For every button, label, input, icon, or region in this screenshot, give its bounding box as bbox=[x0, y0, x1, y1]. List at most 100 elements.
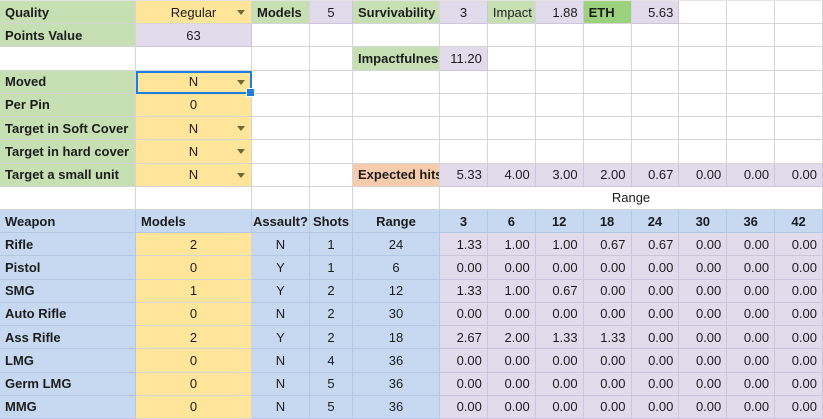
hit-value: 0.00 bbox=[775, 233, 823, 257]
hit-value: 0.00 bbox=[775, 349, 823, 373]
hit-value: 0.00 bbox=[775, 302, 823, 327]
empty-cell bbox=[0, 47, 136, 71]
empty-cell bbox=[136, 186, 252, 210]
empty-cell bbox=[583, 140, 632, 164]
empty-cell bbox=[535, 70, 584, 94]
empty-cell bbox=[487, 93, 536, 118]
empty-cell bbox=[252, 47, 310, 71]
dropdown-arrow-icon[interactable] bbox=[237, 172, 245, 178]
expected-hits-value: 2.00 bbox=[583, 163, 632, 187]
expected-hits-value: 4.00 bbox=[487, 163, 536, 187]
empty-cell bbox=[310, 163, 353, 187]
hit-value: 0.00 bbox=[631, 326, 680, 350]
weapon-name: Auto Rifle bbox=[0, 302, 136, 327]
hit-value: 1.00 bbox=[535, 233, 584, 257]
empty-cell bbox=[252, 70, 310, 94]
header-shots: Shots bbox=[310, 209, 353, 234]
impact-label: Impact bbox=[487, 1, 536, 25]
dropdown-arrow-icon[interactable] bbox=[237, 149, 245, 155]
dropdown-arrow-icon[interactable] bbox=[237, 10, 245, 16]
hit-value: 0.00 bbox=[679, 395, 728, 419]
weapon-models-input[interactable]: 0 bbox=[136, 372, 252, 396]
hard-cover-label: Target in hard cover bbox=[0, 140, 136, 164]
hit-value: 0.00 bbox=[775, 372, 823, 396]
survivability-label: Survivability bbox=[353, 1, 440, 25]
empty-cell bbox=[727, 117, 776, 141]
header-range-6: 6 bbox=[487, 209, 536, 234]
fill-handle[interactable] bbox=[246, 87, 255, 97]
weapon-models-input[interactable]: 2 bbox=[136, 233, 252, 257]
empty-cell bbox=[535, 93, 584, 118]
empty-cell bbox=[136, 47, 252, 71]
expected-hits-value: 3.00 bbox=[535, 163, 584, 187]
empty-cell bbox=[353, 70, 440, 94]
hit-value: 0.00 bbox=[775, 279, 823, 303]
empty-cell bbox=[679, 93, 728, 118]
empty-cell bbox=[353, 93, 440, 118]
hit-value: 0.00 bbox=[775, 256, 823, 280]
empty-cell bbox=[440, 24, 488, 48]
empty-cell bbox=[440, 117, 488, 141]
dropdown-arrow-icon[interactable] bbox=[237, 79, 245, 85]
hit-value: 0.00 bbox=[679, 233, 728, 257]
empty-cell bbox=[310, 93, 353, 118]
weapon-assault: N bbox=[252, 395, 310, 419]
weapon-name: LMG bbox=[0, 349, 136, 373]
header-range-24: 24 bbox=[631, 209, 680, 234]
eth-label: ETH bbox=[583, 1, 632, 25]
hard-cover-value: N bbox=[188, 143, 199, 159]
hit-value: 0.00 bbox=[535, 256, 584, 280]
empty-cell bbox=[775, 47, 823, 71]
weapon-assault: Y bbox=[252, 256, 310, 280]
expected-hits-value: 0.67 bbox=[631, 163, 680, 187]
weapon-models-input[interactable]: 1 bbox=[136, 279, 252, 303]
models-value: 5 bbox=[310, 1, 353, 25]
weapon-models-input[interactable]: 0 bbox=[136, 302, 252, 327]
weapon-models-input[interactable]: 0 bbox=[136, 395, 252, 419]
empty-cell bbox=[353, 140, 440, 164]
small-unit-value: N bbox=[188, 167, 199, 183]
empty-cell bbox=[775, 140, 823, 164]
empty-cell bbox=[679, 117, 728, 141]
hit-value: 0.00 bbox=[440, 372, 488, 396]
header-range-42: 42 bbox=[775, 209, 823, 234]
moved-select[interactable]: N bbox=[136, 70, 255, 97]
empty-cell bbox=[440, 93, 488, 118]
weapon-assault: Y bbox=[252, 279, 310, 303]
hit-value: 0.00 bbox=[727, 233, 776, 257]
weapon-models-input[interactable]: 0 bbox=[136, 256, 252, 280]
hit-value: 0.00 bbox=[679, 372, 728, 396]
dropdown-arrow-icon[interactable] bbox=[237, 126, 245, 132]
header-models: Models bbox=[136, 209, 252, 234]
weapon-models-input[interactable]: 0 bbox=[136, 349, 252, 373]
weapon-range: 36 bbox=[353, 372, 440, 396]
weapon-models-input[interactable]: 2 bbox=[136, 326, 252, 350]
weapon-assault: N bbox=[252, 372, 310, 396]
weapon-assault: N bbox=[252, 302, 310, 327]
hit-value: 0.67 bbox=[535, 279, 584, 303]
hit-value: 0.00 bbox=[440, 302, 488, 327]
hit-value: 1.33 bbox=[535, 326, 584, 350]
hit-value: 0.00 bbox=[440, 256, 488, 280]
hit-value: 0.67 bbox=[583, 233, 632, 257]
soft-cover-select[interactable]: N bbox=[136, 117, 252, 141]
hard-cover-select[interactable]: N bbox=[136, 140, 252, 164]
hit-value: 0.00 bbox=[583, 395, 632, 419]
hit-value: 0.00 bbox=[631, 349, 680, 373]
hit-value: 0.00 bbox=[487, 256, 536, 280]
empty-cell bbox=[252, 140, 310, 164]
small-unit-select[interactable]: N bbox=[136, 163, 252, 187]
quality-select[interactable]: Regular bbox=[136, 1, 252, 25]
empty-cell bbox=[583, 47, 632, 71]
empty-cell bbox=[679, 1, 728, 25]
empty-cell bbox=[0, 186, 136, 210]
points-value-label: Points Value bbox=[0, 24, 136, 48]
header-range-36: 36 bbox=[727, 209, 776, 234]
empty-cell bbox=[727, 47, 776, 71]
empty-cell bbox=[252, 24, 310, 48]
hit-value: 0.00 bbox=[727, 302, 776, 327]
empty-cell bbox=[252, 163, 310, 187]
per-pin-input[interactable]: 0 bbox=[136, 93, 252, 118]
empty-cell bbox=[679, 47, 728, 71]
empty-cell bbox=[535, 117, 584, 141]
